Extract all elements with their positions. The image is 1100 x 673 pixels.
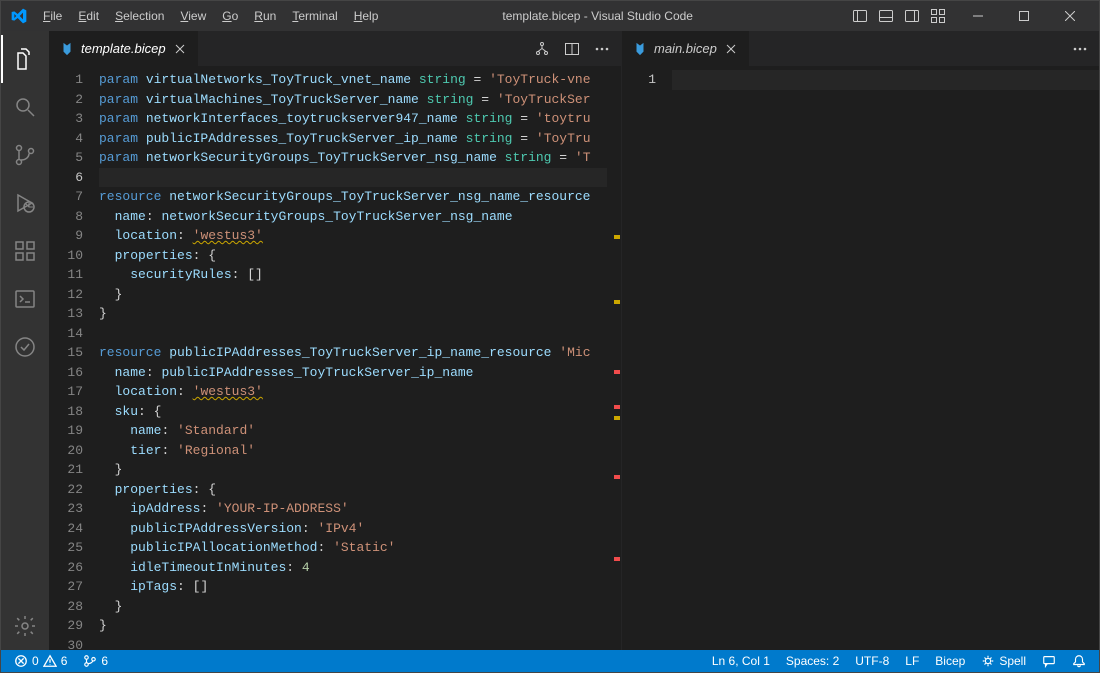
menu-go[interactable]: Go: [214, 5, 246, 27]
status-scm[interactable]: 6: [78, 650, 113, 672]
main-area: template.bicep 1234567891011121314151617…: [1, 31, 1099, 650]
code-editor-left[interactable]: 1234567891011121314151617181920212223242…: [49, 66, 621, 650]
source-control-icon[interactable]: [1, 131, 49, 179]
maximize-button[interactable]: [1001, 1, 1047, 31]
extensions-icon[interactable]: [1, 227, 49, 275]
status-language[interactable]: Bicep: [930, 650, 970, 672]
menu-selection[interactable]: Selection: [107, 5, 172, 27]
vscode-logo-icon: [11, 8, 27, 24]
menu-view[interactable]: View: [172, 5, 214, 27]
toggle-primary-sidebar-icon[interactable]: [849, 5, 871, 27]
split-editor-icon[interactable]: [563, 40, 581, 58]
activity-bar: [1, 31, 49, 650]
tab-label: template.bicep: [81, 41, 166, 56]
editor-actions-left: [523, 31, 621, 66]
menu-terminal[interactable]: Terminal: [284, 5, 345, 27]
code-editor-right[interactable]: 1: [622, 66, 1099, 650]
menu-edit[interactable]: Edit: [70, 5, 107, 27]
main-menu: Filedocument.currentScript.previousEleme…: [35, 5, 386, 27]
code-content[interactable]: param virtualNetworks_ToyTruck_vnet_name…: [99, 66, 607, 650]
hierarchy-icon[interactable]: [533, 40, 551, 58]
error-count: 0: [32, 654, 39, 668]
status-cursor-position[interactable]: Ln 6, Col 1: [707, 650, 775, 672]
toggle-panel-icon[interactable]: [875, 5, 897, 27]
status-encoding[interactable]: UTF-8: [850, 650, 894, 672]
bicep-file-icon: [59, 41, 75, 57]
minimize-button[interactable]: [955, 1, 1001, 31]
explorer-icon[interactable]: [1, 35, 49, 83]
tab-template-bicep[interactable]: template.bicep: [49, 31, 199, 66]
editor-pane-right: main.bicep 1: [622, 31, 1099, 650]
warning-count: 6: [61, 654, 68, 668]
settings-gear-icon[interactable]: [1, 602, 49, 650]
line-gutter: 1234567891011121314151617181920212223242…: [49, 66, 99, 650]
tab-label: main.bicep: [654, 41, 717, 56]
status-feedback-icon[interactable]: [1037, 650, 1061, 672]
editor-actions-right: [1061, 31, 1099, 66]
window-controls: [955, 1, 1093, 31]
testing-icon[interactable]: [1, 323, 49, 371]
more-actions-icon[interactable]: [1071, 40, 1089, 58]
status-spell[interactable]: Spell: [976, 650, 1031, 672]
menu-help[interactable]: Help: [346, 5, 387, 27]
bicep-file-icon: [632, 41, 648, 57]
toggle-secondary-sidebar-icon[interactable]: [901, 5, 923, 27]
editor-groups: template.bicep 1234567891011121314151617…: [49, 31, 1099, 650]
menu-file[interactable]: Filedocument.currentScript.previousEleme…: [35, 5, 70, 27]
tab-bar-left: template.bicep: [49, 31, 621, 66]
close-icon[interactable]: [172, 41, 188, 57]
menu-run[interactable]: Run: [246, 5, 284, 27]
close-icon[interactable]: [723, 41, 739, 57]
more-actions-icon[interactable]: [593, 40, 611, 58]
status-bar: 0 6 6 Ln 6, Col 1 Spaces: 2 UTF-8 LF Bic…: [1, 650, 1099, 672]
title-bar: Filedocument.currentScript.previousEleme…: [1, 1, 1099, 31]
status-notifications-icon[interactable]: [1067, 650, 1091, 672]
status-problems[interactable]: 0 6: [9, 650, 72, 672]
scm-count: 6: [101, 654, 108, 668]
search-icon[interactable]: [1, 83, 49, 131]
status-indentation[interactable]: Spaces: 2: [781, 650, 844, 672]
editor-pane-left: template.bicep 1234567891011121314151617…: [49, 31, 622, 650]
window-title: template.bicep - Visual Studio Code: [386, 9, 849, 23]
layout-controls: [849, 5, 949, 27]
tab-bar-right: main.bicep: [622, 31, 1099, 66]
close-button[interactable]: [1047, 1, 1093, 31]
tab-main-bicep[interactable]: main.bicep: [622, 31, 750, 66]
run-debug-icon[interactable]: [1, 179, 49, 227]
line-gutter: 1: [622, 66, 672, 650]
overview-ruler[interactable]: [607, 66, 621, 650]
code-content[interactable]: [672, 66, 1099, 650]
status-eol[interactable]: LF: [900, 650, 924, 672]
customize-layout-icon[interactable]: [927, 5, 949, 27]
terminal-panel-icon[interactable]: [1, 275, 49, 323]
